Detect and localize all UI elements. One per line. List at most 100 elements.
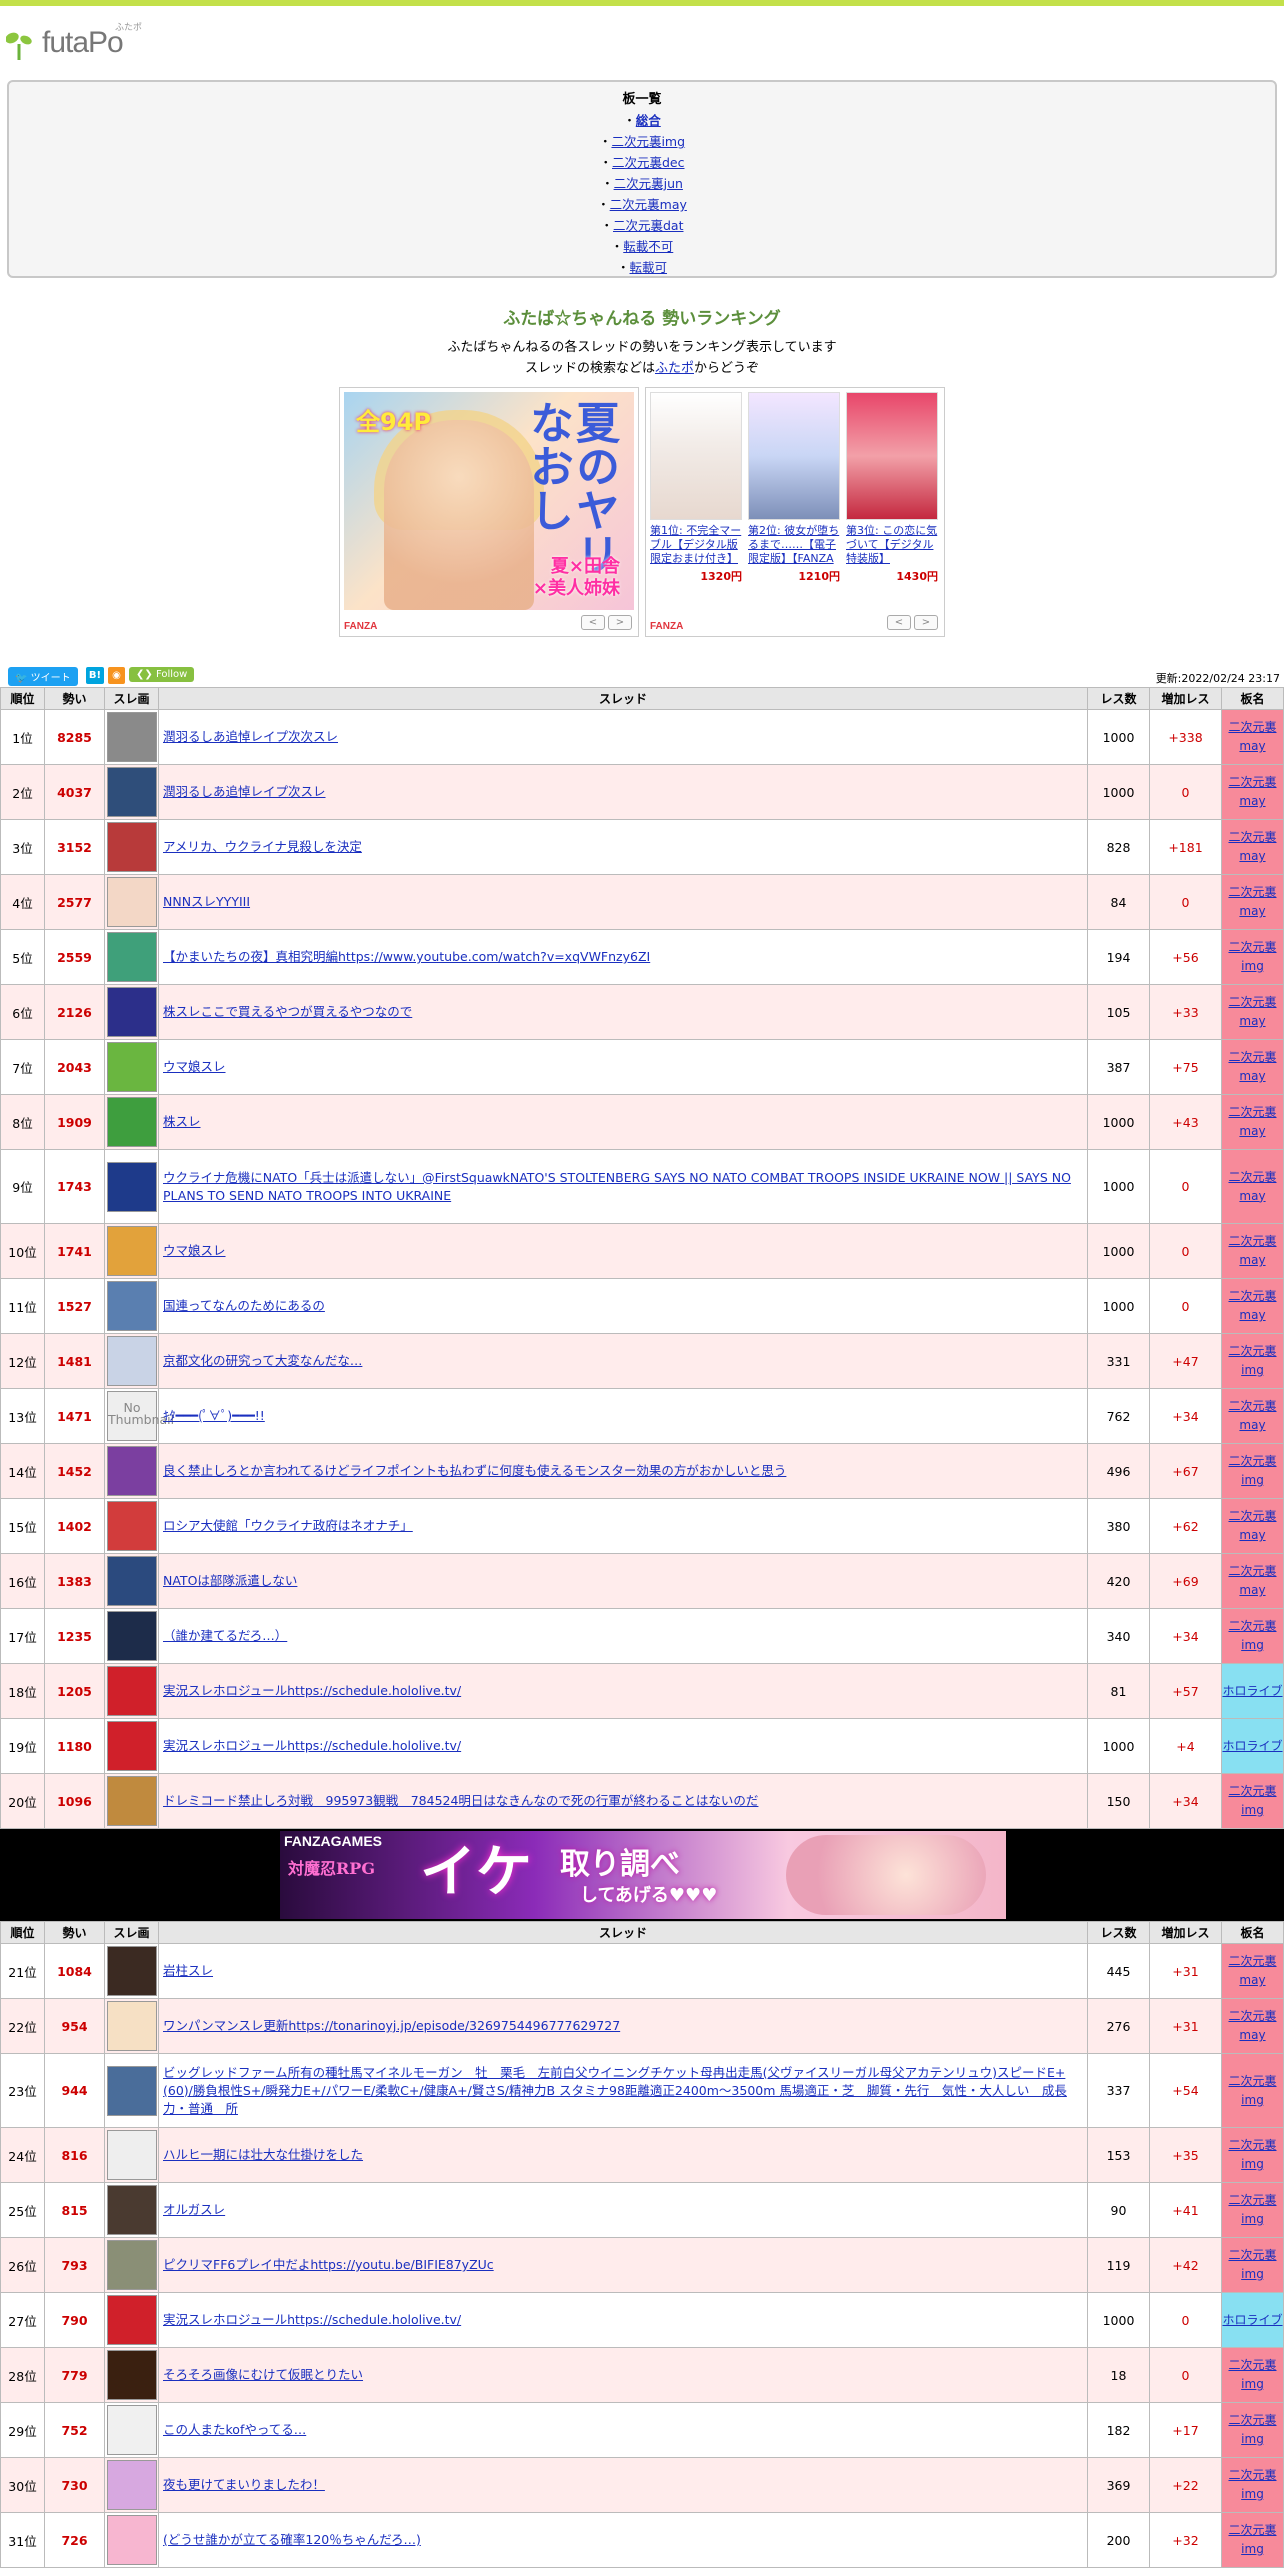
board-name-link[interactable]: ホロライブ: [1222, 2311, 1283, 2330]
board-name-link[interactable]: 二次元裏img: [1222, 938, 1283, 976]
thread-link[interactable]: 岩柱スレ: [163, 1963, 213, 1978]
thread-thumbnail[interactable]: [107, 2130, 157, 2180]
board-link[interactable]: 二次元裏img: [611, 134, 685, 149]
board-name-link[interactable]: ホロライブ: [1222, 1737, 1283, 1756]
board-name-link[interactable]: 二次元裏img: [1222, 1452, 1283, 1490]
thread-thumbnail[interactable]: [107, 767, 157, 817]
board-link[interactable]: 二次元裏jun: [614, 176, 683, 191]
thumbnail-cell[interactable]: [104, 874, 159, 930]
thread-thumbnail[interactable]: [107, 2185, 157, 2235]
thread-link[interactable]: ピクリマFF6プレイ中だよhttps://youtu.be/BIFIE87yZU…: [163, 2257, 494, 2272]
board-name-link[interactable]: 二次元裏img: [1222, 1617, 1283, 1655]
board-name-link[interactable]: 二次元裏may: [1222, 1168, 1283, 1206]
board-name-link[interactable]: 二次元裏may: [1222, 718, 1283, 756]
thumbnail-cell[interactable]: [104, 1149, 159, 1224]
thread-link[interactable]: ロシア大使館「ウクライナ政府はネオナチ」: [163, 1518, 413, 1533]
thread-thumbnail[interactable]: [107, 2240, 157, 2290]
thumbnail-cell[interactable]: [104, 819, 159, 875]
thumbnail-cell[interactable]: [104, 1718, 159, 1774]
thumbnail-cell[interactable]: [104, 2127, 159, 2183]
product-cover-image[interactable]: [846, 392, 938, 520]
thread-thumbnail[interactable]: [107, 1501, 157, 1551]
thread-link[interactable]: （誰か建てるだろ…）: [163, 1628, 287, 1643]
thread-link[interactable]: (どうせ誰かが立てる確率120％ちゃんだろ…): [163, 2532, 421, 2547]
thumbnail-cell[interactable]: [104, 2237, 159, 2293]
board-link[interactable]: 二次元裏dec: [612, 155, 685, 170]
board-link[interactable]: 二次元裏dat: [613, 218, 684, 233]
thread-link[interactable]: ウマ娘スレ: [163, 1243, 226, 1258]
product-caption[interactable]: 第2位: 彼女が堕ちるまで……【電子限定版】【FANZA限定: [748, 524, 840, 566]
thread-thumbnail[interactable]: [107, 1721, 157, 1771]
thread-link[interactable]: NNNスレYYYIII: [163, 894, 250, 909]
ad-product-item[interactable]: 第1位: 不完全マーブル【デジタル版限定おまけ付き】 1320円: [650, 392, 742, 584]
thread-link[interactable]: ｷﾀ━━━(ﾟ∀ﾟ)━━━!!: [163, 1408, 265, 1423]
thumbnail-cell[interactable]: [104, 1998, 159, 2054]
thread-thumbnail[interactable]: [107, 1336, 157, 1386]
thumbnail-cell[interactable]: [104, 2347, 159, 2403]
board-name-link[interactable]: 二次元裏may: [1222, 1103, 1283, 1141]
board-name-link[interactable]: 二次元裏img: [1222, 2466, 1283, 2504]
board-name-link[interactable]: 二次元裏may: [1222, 1507, 1283, 1545]
board-name-link[interactable]: 二次元裏may: [1222, 1048, 1283, 1086]
thread-thumbnail[interactable]: [107, 2350, 157, 2400]
thread-thumbnail[interactable]: [107, 1611, 157, 1661]
thumbnail-cell[interactable]: [104, 1498, 159, 1554]
board-link[interactable]: 転載不可: [623, 239, 673, 254]
product-caption[interactable]: 第3位: この恋に気づいて【デジタル特装版】: [846, 524, 938, 566]
thread-link[interactable]: 株スレ: [163, 1114, 201, 1129]
thread-thumbnail[interactable]: [107, 932, 157, 982]
thumbnail-cell[interactable]: [104, 1663, 159, 1719]
thread-thumbnail[interactable]: [107, 1946, 157, 1996]
thumbnail-cell[interactable]: [104, 1443, 159, 1499]
ad-banner-2[interactable]: 第1位: 不完全マーブル【デジタル版限定おまけ付き】 1320円 第2位: 彼女が堕…: [645, 387, 945, 637]
thumbnail-cell[interactable]: [104, 929, 159, 985]
prev-arrow-icon[interactable]: <: [887, 615, 911, 630]
thread-thumbnail[interactable]: [107, 1226, 157, 1276]
hatena-bookmark-button[interactable]: B!: [86, 667, 104, 684]
thread-link[interactable]: アメリカ、ウクライナ見殺しを決定: [163, 839, 362, 854]
thread-link[interactable]: NATOは部隊派遣しない: [163, 1573, 297, 1588]
board-name-link[interactable]: 二次元裏img: [1222, 2356, 1283, 2394]
thread-thumbnail[interactable]: [107, 2295, 157, 2345]
board-name-link[interactable]: 二次元裏img: [1222, 2072, 1283, 2110]
thread-link[interactable]: この人またkofやってる…: [163, 2422, 306, 2437]
board-name-link[interactable]: 二次元裏may: [1222, 993, 1283, 1031]
thumbnail-cell[interactable]: No Thumbnail: [104, 1388, 174, 1444]
thread-thumbnail[interactable]: [107, 712, 157, 762]
thread-link[interactable]: 株スレここで買えるやつが買えるやつなので: [163, 1004, 412, 1019]
thumbnail-cell[interactable]: [104, 1608, 159, 1664]
thumbnail-cell[interactable]: [104, 2512, 159, 2568]
thumbnail-cell[interactable]: [104, 1278, 159, 1334]
board-name-link[interactable]: 二次元裏may: [1222, 828, 1283, 866]
product-cover-image[interactable]: [650, 392, 742, 520]
board-name-link[interactable]: 二次元裏img: [1222, 2521, 1283, 2559]
thread-thumbnail[interactable]: [107, 1446, 157, 1496]
board-name-link[interactable]: 二次元裏img: [1222, 2136, 1283, 2174]
thread-thumbnail[interactable]: [107, 1666, 157, 1716]
board-name-link[interactable]: 二次元裏img: [1222, 1782, 1283, 1820]
board-name-link[interactable]: 二次元裏img: [1222, 1342, 1283, 1380]
thread-link[interactable]: そろそろ画像にむけて仮眠とりたい: [163, 2367, 363, 2382]
thumbnail-cell[interactable]: [104, 2292, 159, 2348]
board-name-link[interactable]: 二次元裏may: [1222, 1397, 1283, 1435]
thumbnail-cell[interactable]: [104, 2053, 159, 2128]
thread-thumbnail[interactable]: [107, 2460, 157, 2510]
thread-link[interactable]: 良く禁止しろとか言われてるけどライフポイントも払わずに何度も使えるモンスター効果…: [163, 1463, 786, 1478]
thumbnail-cell[interactable]: [104, 764, 159, 820]
thread-link[interactable]: 実況スレホロジュールhttps://schedule.hololive.tv/: [163, 1738, 461, 1753]
thread-thumbnail[interactable]: [107, 2515, 157, 2565]
thread-link[interactable]: ウマ娘スレ: [163, 1059, 226, 1074]
thread-link[interactable]: ドレミコード禁止しろ対戦 995973観戦 784524明日はなきんなので死の行…: [163, 1793, 758, 1808]
board-name-link[interactable]: 二次元裏may: [1222, 1952, 1283, 1990]
thread-link[interactable]: 実況スレホロジュールhttps://schedule.hololive.tv/: [163, 1683, 461, 1698]
follow-button[interactable]: ❮❯ Follow: [129, 667, 195, 682]
thread-link[interactable]: オルガスレ: [163, 2202, 225, 2217]
board-link[interactable]: 二次元裏may: [610, 197, 687, 212]
banner-artwork[interactable]: FANZAGAMES 対魔忍RPG イケ 取り調べ してあげる♥♥♥: [280, 1831, 1006, 1919]
no-thumbnail-icon[interactable]: No Thumbnail: [107, 1391, 174, 1441]
board-name-link[interactable]: 二次元裏img: [1222, 2246, 1283, 2284]
thread-thumbnail[interactable]: [107, 1161, 157, 1212]
thread-thumbnail[interactable]: [107, 877, 157, 927]
thread-link[interactable]: ウクライナ危機にNATO「兵士は派遣しない」@FirstSquawkNATO'S…: [163, 1170, 1071, 1203]
thumbnail-cell[interactable]: [104, 2182, 159, 2238]
